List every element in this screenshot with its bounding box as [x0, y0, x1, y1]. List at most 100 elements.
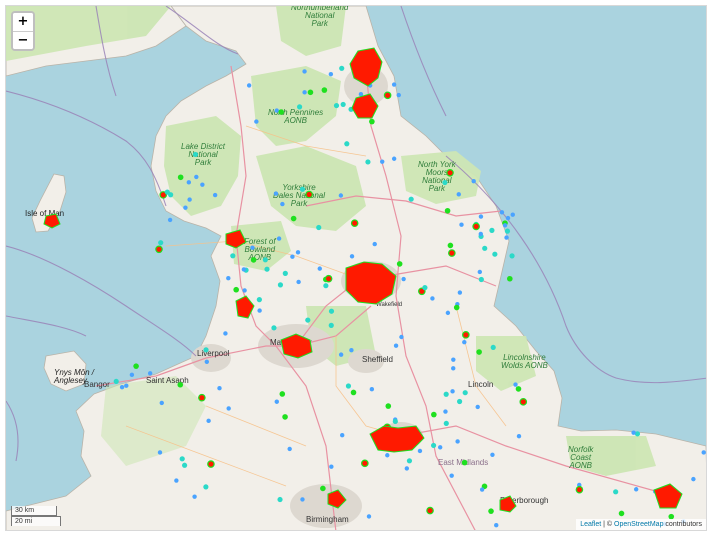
marker-low[interactable] [302, 69, 307, 74]
marker-medium[interactable] [431, 411, 437, 418]
marker-mid-low[interactable] [305, 317, 311, 323]
marker-mid-low[interactable] [203, 484, 209, 490]
marker-low[interactable] [457, 290, 463, 295]
marker-low[interactable] [349, 348, 354, 353]
zoom-in-button[interactable]: + [13, 13, 33, 31]
marker-high[interactable] [519, 398, 528, 406]
marker-mid-low[interactable] [277, 282, 284, 288]
marker-low[interactable] [490, 452, 495, 457]
hotspot-preston[interactable] [235, 295, 255, 319]
marker-mid-low[interactable] [462, 390, 468, 396]
marker-medium[interactable] [278, 109, 284, 115]
marker-medium[interactable] [461, 459, 468, 466]
marker-mid-low[interactable] [158, 240, 164, 246]
hotspot-leeds[interactable] [345, 261, 397, 305]
marker-low[interactable] [246, 83, 252, 88]
marker-medium[interactable] [250, 257, 257, 263]
hotspot-newcastle[interactable] [349, 47, 383, 87]
marker-low[interactable] [157, 450, 163, 455]
marker-medium[interactable] [282, 414, 288, 420]
marker-mid-low[interactable] [192, 151, 199, 158]
marker-low[interactable] [329, 464, 334, 469]
marker-low[interactable] [391, 82, 397, 87]
marker-mid-low[interactable] [316, 224, 322, 231]
marker-low[interactable] [250, 245, 255, 250]
marker-high[interactable] [383, 91, 392, 100]
hotspot-sunderland[interactable] [351, 93, 379, 119]
marker-mid-low[interactable] [489, 227, 495, 233]
marker-mid-low[interactable] [328, 322, 334, 328]
marker-medium[interactable] [320, 485, 326, 492]
marker-low[interactable] [302, 90, 307, 95]
hotspot-norwich[interactable] [653, 483, 683, 509]
marker-mid-low[interactable] [230, 253, 236, 259]
marker-low[interactable] [401, 276, 406, 282]
marker-medium[interactable] [488, 508, 494, 514]
marker-mid-low[interactable] [181, 462, 188, 468]
marker-low[interactable] [274, 108, 279, 113]
marker-mid-low[interactable] [408, 196, 414, 202]
marker-mid-low[interactable] [323, 283, 329, 289]
hotspot-nottingham[interactable] [369, 425, 425, 453]
marker-low[interactable] [455, 439, 460, 444]
marker-low[interactable] [478, 214, 484, 219]
marker-mid-low[interactable] [392, 418, 398, 425]
hotspot-manchester[interactable] [280, 333, 313, 359]
marker-low[interactable] [372, 241, 377, 247]
marker-low[interactable] [200, 182, 205, 187]
marker-mid-low[interactable] [282, 270, 288, 276]
marker-high[interactable] [361, 459, 369, 468]
marker-mid-low[interactable] [339, 65, 345, 71]
marker-low[interactable] [254, 119, 259, 124]
marker-high[interactable] [207, 460, 215, 468]
marker-mid-low[interactable] [478, 276, 484, 283]
marker-low[interactable] [317, 266, 322, 271]
marker-low[interactable] [349, 254, 355, 259]
marker-low[interactable] [380, 159, 385, 164]
marker-mid-low[interactable] [344, 141, 350, 147]
marker-low[interactable] [212, 192, 218, 198]
marker-mid-low[interactable] [482, 245, 488, 251]
marker-low[interactable] [217, 386, 222, 391]
marker-low[interactable] [502, 223, 508, 228]
marker-mid-low[interactable] [328, 308, 335, 314]
marker-mid-low[interactable] [457, 398, 463, 405]
marker-low[interactable] [430, 296, 435, 301]
hotspot-douglas[interactable] [43, 213, 61, 229]
marker-low[interactable] [226, 406, 231, 411]
marker-low[interactable] [204, 359, 210, 364]
marker-medium[interactable] [453, 304, 460, 311]
marker-low[interactable] [369, 387, 375, 392]
hotspot-lancaster[interactable] [225, 229, 247, 249]
marker-low[interactable] [366, 514, 372, 519]
marker-low[interactable] [449, 473, 454, 478]
marker-low[interactable] [187, 197, 192, 202]
marker-mid-low[interactable] [442, 179, 448, 186]
marker-low[interactable] [295, 250, 301, 255]
marker-high[interactable] [446, 168, 454, 177]
marker-low[interactable] [451, 357, 456, 362]
marker-medium[interactable] [385, 403, 392, 409]
marker-low[interactable] [273, 191, 279, 196]
marker-low[interactable] [516, 433, 522, 439]
marker-low[interactable] [701, 450, 706, 455]
marker-low[interactable] [475, 404, 480, 410]
marker-medium[interactable] [177, 381, 184, 388]
marker-low[interactable] [443, 409, 448, 414]
marker-mid-low[interactable] [492, 251, 498, 257]
marker-mid-low[interactable] [365, 159, 371, 165]
marker-low[interactable] [300, 497, 305, 502]
marker-medium[interactable] [133, 363, 139, 369]
marker-low[interactable] [287, 446, 292, 452]
marker-mid-low[interactable] [299, 186, 306, 192]
hotspot-birmingham[interactable] [327, 489, 347, 509]
marker-medium[interactable] [369, 118, 375, 125]
marker-low[interactable] [124, 383, 129, 388]
marker-mid-low[interactable] [296, 104, 303, 110]
marker-low[interactable] [328, 71, 334, 77]
marker-low[interactable] [499, 210, 505, 215]
marker-mid-low[interactable] [613, 489, 619, 495]
marker-low[interactable] [340, 433, 345, 438]
marker-medium[interactable] [290, 215, 297, 222]
marker-low[interactable] [186, 180, 192, 185]
